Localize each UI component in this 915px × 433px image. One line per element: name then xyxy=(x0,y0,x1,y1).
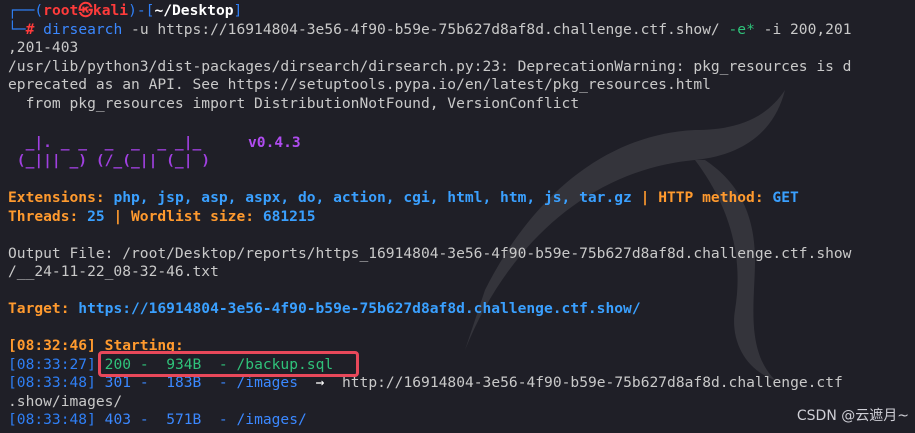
skull-icon: ㉿ xyxy=(78,2,93,19)
banner-art-top: _|. _ _ _ _ _ _|_ xyxy=(8,133,202,151)
banner-art-bottom-row: (_||| _) (/_(_|| (_| ) xyxy=(8,152,915,171)
starting-timestamp: [08:32:46] xyxy=(8,337,96,354)
wordlist-value: 681215 xyxy=(262,207,316,225)
result-path: /backup.sql xyxy=(236,355,334,373)
command-wrap: ,201-403 xyxy=(8,39,79,56)
target-url: https://16914804-3e56-4f90-b59e-75b627d8… xyxy=(78,300,641,317)
result-timestamp: [08:33:48] xyxy=(8,411,96,428)
terminal-window[interactable]: ┌──(root㉿kali)-[~/Desktop] └─# dirsearch… xyxy=(0,0,915,433)
csdn-watermark: CSDN @云遮月~ xyxy=(796,407,909,424)
prompt-frame-mid: )-[ xyxy=(128,2,155,19)
extensions-label: Extensions: xyxy=(8,189,114,206)
extensions-line: Extensions: php, jsp, asp, aspx, do, act… xyxy=(8,189,915,208)
prompt-host: kali xyxy=(92,2,129,19)
result-status: 301 xyxy=(104,374,132,391)
command-args-2: -i 200,201 xyxy=(754,20,852,38)
prompt-frame-bottom: └─ xyxy=(8,20,26,38)
separator: | xyxy=(631,189,659,206)
command-args: -u https://16914804-3e56-4f90-b59e-75b62… xyxy=(122,20,720,38)
threads-label: Threads: xyxy=(8,207,88,225)
output-file-line: Output File: /root/Desktop/reports/https… xyxy=(8,244,852,262)
warning-line: /usr/lib/python3/dist-packages/dirsearch… xyxy=(8,57,852,75)
starting-text: Starting: xyxy=(95,337,193,354)
result-timestamp: [08:33:27] xyxy=(8,355,96,373)
target-line: Target: https://16914804-3e56-4f90-b59e-… xyxy=(8,300,915,319)
command-flag-e: -e* xyxy=(719,20,755,38)
result-size: 183B xyxy=(166,374,202,391)
result-redirect-wrap: .show/images/ xyxy=(8,392,123,410)
target-label: Target: xyxy=(8,300,79,317)
prompt-line: ┌──(root㉿kali)-[~/Desktop] xyxy=(8,2,915,21)
result-row: [08:33:27] 200 - 934B - /backup.sql xyxy=(8,355,334,373)
http-method-value: GET xyxy=(772,189,799,206)
prompt-frame-end: ] xyxy=(233,2,243,19)
wordlist-label: Wordlist size: xyxy=(131,207,263,225)
result-timestamp: [08:33:48] xyxy=(8,374,96,391)
result-path: /images/ xyxy=(236,411,307,428)
banner-art-bottom: (_||| _) (/_(_|| (_| ) xyxy=(8,152,211,169)
command-program: dirsearch xyxy=(43,20,123,38)
result-row: [08:33:48] 403 - 571B - /images/ xyxy=(8,411,307,428)
result-status: 200 xyxy=(104,355,132,373)
threads-value: 25 xyxy=(87,207,105,225)
prompt-cwd: ~/Desktop xyxy=(154,2,234,19)
result-size: 934B xyxy=(166,355,202,373)
warning-line: from pkg_resources import DistributionNo… xyxy=(8,94,580,112)
result-status: 403 xyxy=(104,411,132,428)
separator: | xyxy=(104,207,132,225)
http-method-label: HTTP method: xyxy=(658,189,773,206)
threads-line: Threads: 25 | Wordlist size: 681215 xyxy=(8,208,915,227)
extensions-value: php, jsp, asp, aspx, do, action, cgi, ht… xyxy=(113,189,632,206)
result-size: 571B xyxy=(166,411,202,428)
starting-line: [08:32:46] Starting: xyxy=(8,337,915,356)
result-redirect[interactable]: http://16914804-3e56-4f90-b59e-75b627d8a… xyxy=(342,374,843,391)
banner-version-row: v0.4.3 xyxy=(248,134,301,153)
prompt-hash: # xyxy=(25,20,35,38)
result-row: [08:33:48] 301 - 183B - /images → http:/… xyxy=(8,374,843,391)
output-file-line-wrap: /__24-11-22_08-32-46.txt xyxy=(8,263,219,280)
result-path: /images xyxy=(236,374,299,391)
banner-version: v0.4.3 xyxy=(248,134,301,151)
prompt-frame-top: ┌──( xyxy=(8,2,44,19)
warning-line: eprecated as an API. See https://setupto… xyxy=(8,76,711,93)
command-line[interactable]: └─# dirsearch -u https://16914804-3e56-4… xyxy=(8,21,915,40)
prompt-user: root xyxy=(43,2,79,19)
